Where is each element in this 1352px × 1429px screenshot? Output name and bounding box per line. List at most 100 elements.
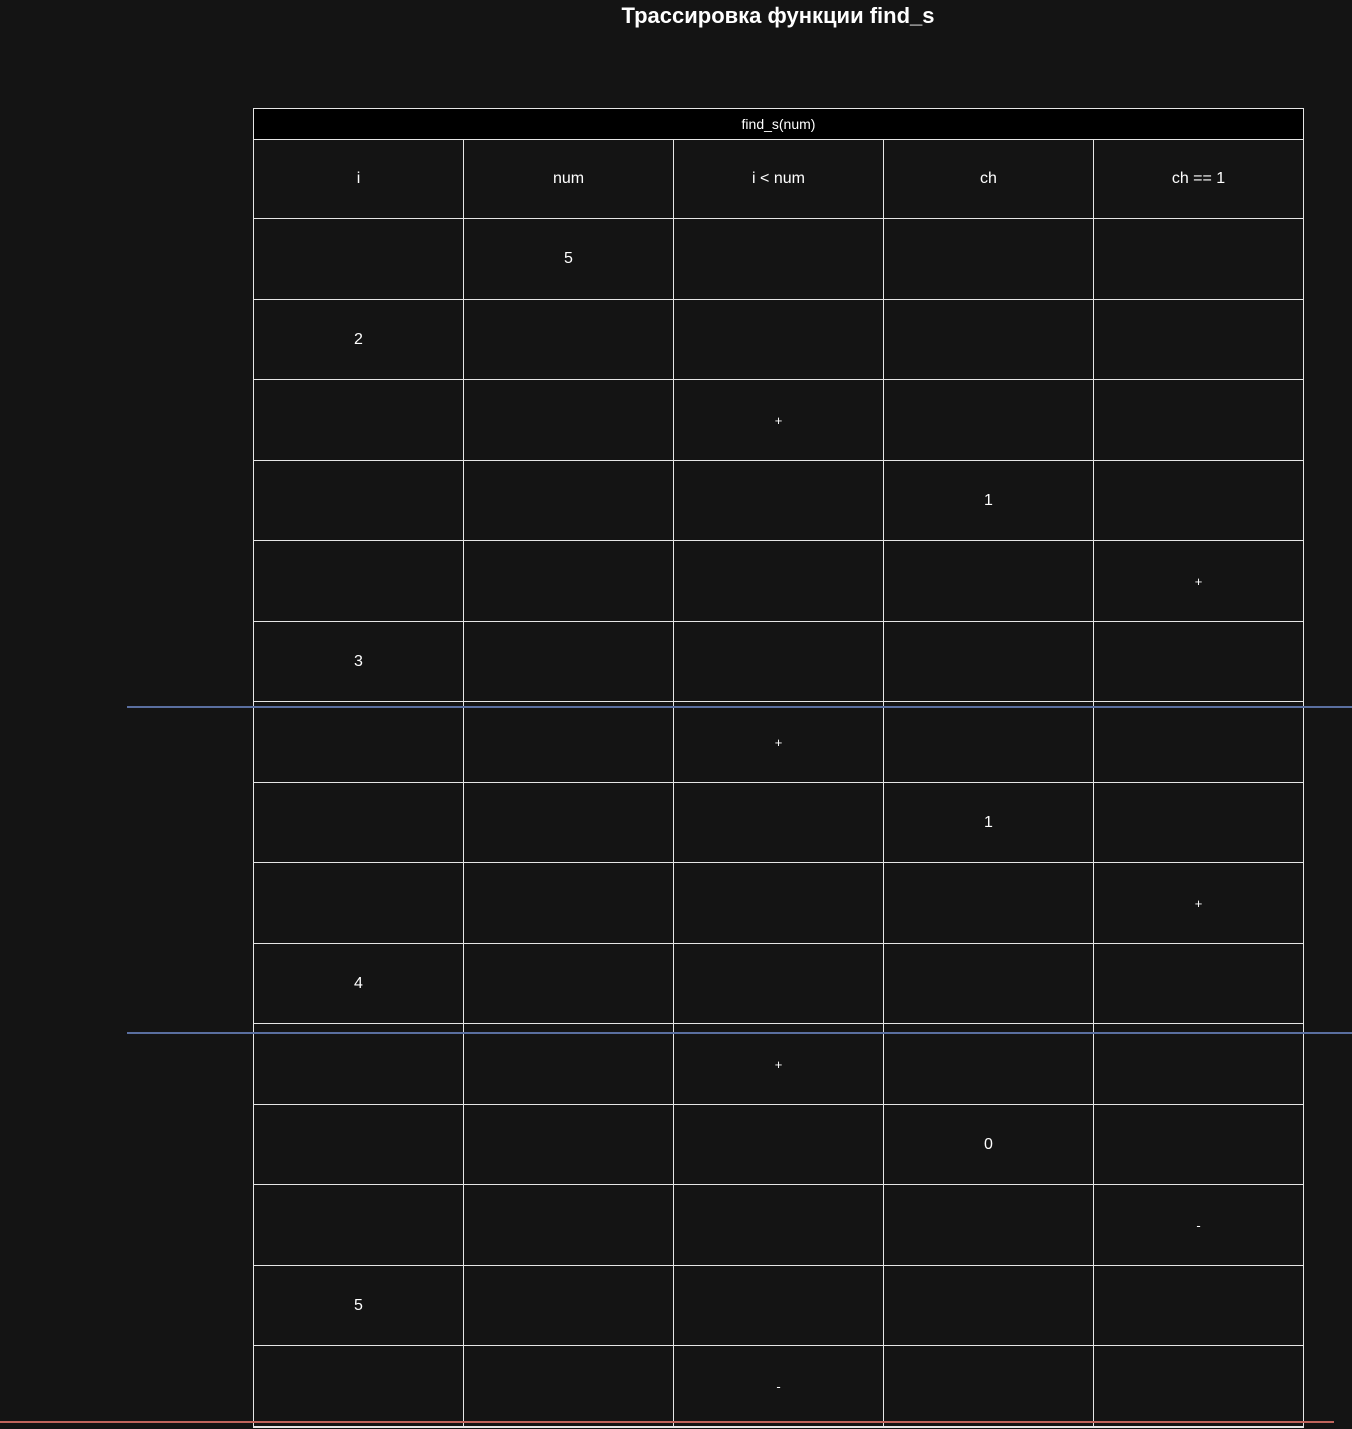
table-row: + [254, 541, 1303, 622]
cell-condition [674, 461, 884, 540]
cell-i [254, 1024, 464, 1104]
cell-ch-check [1094, 1105, 1303, 1184]
cell-ch-check [1094, 1266, 1303, 1345]
cell-ch-check [1094, 622, 1303, 701]
column-header-i: i [254, 140, 464, 218]
cell-num [464, 863, 674, 943]
cell-ch-check [1094, 783, 1303, 862]
cell-i [254, 702, 464, 782]
table-row: + [254, 702, 1303, 783]
cell-ch [884, 219, 1094, 299]
cell-condition: + [674, 380, 884, 460]
table-row: - [254, 1346, 1303, 1427]
column-header-ch: ch [884, 140, 1094, 218]
cell-num [464, 622, 674, 701]
column-header-ch-check: ch == 1 [1171, 170, 1226, 187]
cell-condition [674, 1105, 884, 1184]
cell-i: 5 [254, 1266, 464, 1345]
cell-ch [884, 863, 1094, 943]
table-row: 1 [254, 461, 1303, 541]
trace-canvas: Трассировка функции find_s find_s(num) i… [0, 0, 1352, 1429]
cell-num [464, 944, 674, 1023]
cell-ch-check [1094, 219, 1303, 299]
cell-condition [674, 1185, 884, 1265]
cell-ch [884, 1185, 1094, 1265]
cell-num [464, 1105, 674, 1184]
cell-num [464, 300, 674, 379]
table-row: 3 [254, 622, 1303, 702]
cell-ch [884, 380, 1094, 460]
table-row: 0 [254, 1105, 1303, 1185]
cell-num [464, 1266, 674, 1345]
cell-condition [674, 783, 884, 862]
cell-num [464, 541, 674, 621]
cell-ch-check [1094, 380, 1303, 460]
cell-num [464, 702, 674, 782]
cell-ch [884, 702, 1094, 782]
table-row: 5 [254, 1266, 1303, 1346]
cell-ch [884, 944, 1094, 1023]
cell-num [464, 461, 674, 540]
header-row: i num i < num ch ch == 1 [254, 140, 1303, 219]
cell-num [464, 1024, 674, 1104]
table-row: + [254, 863, 1303, 944]
table-row: 4 [254, 944, 1303, 1024]
cell-condition [674, 541, 884, 621]
cell-i [254, 1185, 464, 1265]
cell-ch-check [1094, 300, 1303, 379]
cell-condition: - [674, 1346, 884, 1426]
cell-condition [674, 219, 884, 299]
cell-num [464, 1346, 674, 1426]
table-row: 2 [254, 300, 1303, 380]
table-row: 5 [254, 219, 1303, 300]
table-caption: find_s(num) [254, 109, 1303, 140]
column-header-num: num [464, 140, 674, 218]
cell-condition [674, 300, 884, 379]
cell-condition [674, 944, 884, 1023]
cell-ch-check [1094, 702, 1303, 782]
table-row: + [254, 380, 1303, 461]
cell-num [464, 783, 674, 862]
cell-ch-check [1094, 461, 1303, 540]
trace-table: find_s(num) i num i < num ch ch == 1 5 2 +… [253, 108, 1304, 1428]
end-divider-line [0, 1421, 1334, 1423]
cell-i: 2 [254, 300, 464, 379]
cell-i: 3 [254, 622, 464, 701]
cell-ch-check: + [1194, 895, 1203, 911]
cell-ch [884, 1024, 1094, 1104]
cell-ch [884, 300, 1094, 379]
table-row: + [254, 1024, 1303, 1105]
cell-i [254, 380, 464, 460]
cell-i [254, 461, 464, 540]
cell-ch [884, 1266, 1094, 1345]
column-header-condition: i < num [674, 140, 884, 218]
cell-ch: 1 [884, 783, 1094, 862]
cell-ch [884, 541, 1094, 621]
cell-condition [674, 622, 884, 701]
iteration-divider-line [127, 1032, 1352, 1034]
cell-ch-check: + [1194, 573, 1203, 589]
cell-ch [884, 1346, 1094, 1426]
cell-i [254, 219, 464, 299]
cell-num [464, 380, 674, 460]
cell-ch-check: - [1196, 1217, 1201, 1233]
cell-i [254, 863, 464, 943]
cell-ch: 0 [884, 1105, 1094, 1184]
cell-condition: + [674, 702, 884, 782]
cell-ch: 1 [884, 461, 1094, 540]
cell-condition [674, 1266, 884, 1345]
cell-i [254, 783, 464, 862]
cell-i [254, 1346, 464, 1426]
cell-i [254, 541, 464, 621]
cell-ch-check [1094, 1346, 1303, 1426]
cell-ch [884, 622, 1094, 701]
table-row: - [254, 1185, 1303, 1266]
cell-ch-check [1094, 944, 1303, 1023]
cell-ch-check [1094, 1024, 1303, 1104]
page-title: Трассировка функции find_s [621, 3, 935, 28]
cell-num: 5 [464, 219, 674, 299]
cell-condition [674, 863, 884, 943]
table-row: 1 [254, 783, 1303, 863]
cell-i: 4 [254, 944, 464, 1023]
cell-num [464, 1185, 674, 1265]
